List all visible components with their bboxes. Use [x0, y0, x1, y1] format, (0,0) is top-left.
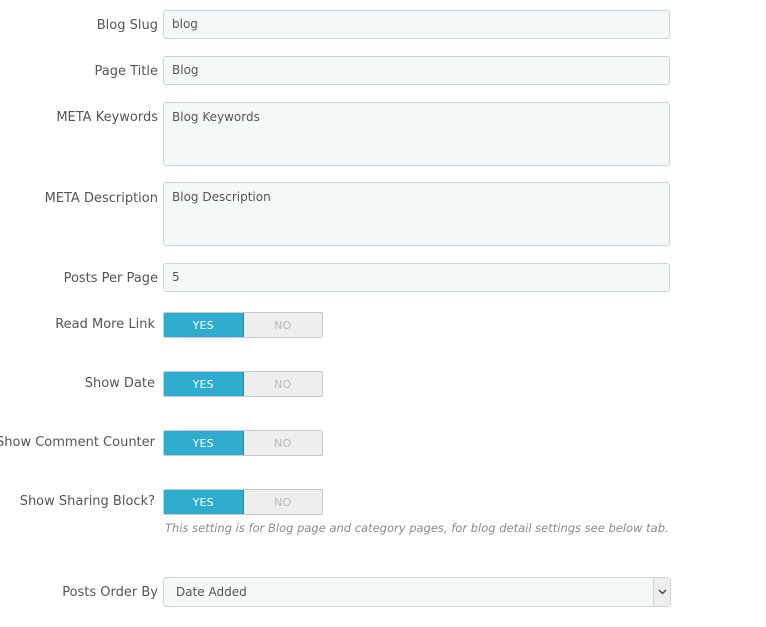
posts-order-by-select[interactable]: Date Added	[163, 577, 671, 607]
read-more-link-switch[interactable]: YES NO	[163, 312, 323, 338]
chevron-down-icon[interactable]	[653, 578, 670, 606]
page-title-label: Page Title	[94, 64, 158, 79]
posts-order-by-selected-value: Date Added	[176, 585, 247, 599]
blog-slug-input[interactable]: blog	[163, 10, 670, 39]
posts-per-page-label: Posts Per Page	[63, 271, 158, 286]
blog-settings-form: Blog Slug blog Page Title Blog META Keyw…	[0, 0, 766, 627]
show-comment-counter-switch[interactable]: YES NO	[163, 430, 323, 456]
read-more-link-no-option[interactable]: NO	[243, 313, 322, 337]
sharing-block-help-text: This setting is for Blog page and catego…	[165, 521, 669, 535]
show-sharing-block-yes-option[interactable]: YES	[164, 490, 244, 514]
meta-keywords-label: META Keywords	[56, 110, 158, 125]
posts-per-page-input[interactable]: 5	[163, 263, 670, 292]
meta-description-label: META Description	[44, 191, 158, 206]
read-more-link-label: Read More Link	[55, 317, 155, 332]
posts-order-by-label: Posts Order By	[62, 585, 158, 600]
show-comment-counter-no-option[interactable]: NO	[243, 431, 322, 455]
show-sharing-block-no-option[interactable]: NO	[243, 490, 322, 514]
blog-slug-label: Blog Slug	[96, 18, 158, 33]
meta-description-textarea[interactable]: Blog Description	[163, 182, 670, 246]
read-more-link-yes-option[interactable]: YES	[164, 313, 244, 337]
show-date-label: Show Date	[84, 376, 155, 391]
show-comment-counter-yes-option[interactable]: YES	[164, 431, 244, 455]
show-comment-counter-label: Show Comment Counter	[0, 435, 155, 450]
show-date-switch[interactable]: YES NO	[163, 371, 323, 397]
show-sharing-block-switch[interactable]: YES NO	[163, 489, 323, 515]
show-date-no-option[interactable]: NO	[243, 372, 322, 396]
show-date-yes-option[interactable]: YES	[164, 372, 244, 396]
meta-keywords-textarea[interactable]: Blog Keywords	[163, 102, 670, 166]
show-sharing-block-label: Show Sharing Block?	[19, 494, 155, 509]
page-title-input[interactable]: Blog	[163, 56, 670, 85]
